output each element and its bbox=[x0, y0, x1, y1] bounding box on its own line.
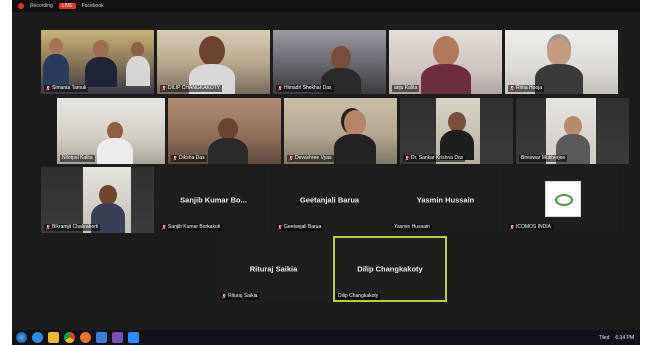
windows-taskbar: Tiled 6:34 PM bbox=[12, 330, 640, 345]
participant-name-label: Simanta Tamuli bbox=[44, 85, 89, 92]
participant-tile-simanta[interactable]: Simanta Tamuli bbox=[41, 30, 154, 94]
participant-tile-yasmin[interactable]: Yasmin Hussain Yasmin Hussain bbox=[389, 167, 502, 233]
participant-name-label: Diksha Das bbox=[171, 155, 207, 162]
participant-name-label: Rima Hooja bbox=[508, 85, 545, 92]
participant-name-label: Devashree Vyas bbox=[287, 155, 334, 162]
icomos-logo bbox=[545, 181, 581, 217]
internet-explorer-icon[interactable] bbox=[32, 332, 43, 343]
mic-muted-icon bbox=[162, 85, 166, 92]
participant-name-label: Dilip Changkakoty bbox=[336, 293, 381, 300]
chrome-icon[interactable] bbox=[64, 332, 75, 343]
participant-tile-rituraj[interactable]: Rituraj Saikia Rituraj Saikia bbox=[217, 236, 330, 302]
participant-tile-geetanjali[interactable]: Geetanjali Barua Geetanjali Barua bbox=[273, 167, 386, 233]
participant-tile-bireswar[interactable]: Bireswar Mukherjee bbox=[516, 98, 629, 164]
gallery-view: Simanta Tamuli DILIP CHANGKAKOTY Himadri… bbox=[12, 0, 640, 330]
participant-tile-anju[interactable]: anju Kalita bbox=[389, 30, 502, 94]
mic-muted-icon bbox=[162, 224, 166, 231]
participant-name-label: Bikramjit Chakraborti bbox=[44, 224, 101, 231]
participant-tile-icomos[interactable]: ICOMOS INDIA bbox=[505, 167, 618, 233]
system-tray: Tiled 6:34 PM bbox=[599, 330, 634, 345]
mic-muted-icon bbox=[510, 85, 514, 92]
visual-studio-icon[interactable] bbox=[112, 332, 123, 343]
participant-tile-bikramjit[interactable]: Bikramjit Chakraborti bbox=[41, 167, 154, 233]
edge-icon[interactable] bbox=[80, 332, 91, 343]
participant-tile-himadri[interactable]: Himadri Shekhar Das bbox=[273, 30, 386, 94]
windows-start-icon[interactable] bbox=[16, 332, 27, 343]
mic-muted-icon bbox=[278, 85, 282, 92]
participant-name-label: Rituraj Saikia bbox=[220, 293, 260, 300]
zoom-meeting-window: Recording LIVE Facebook Simanta Tamuli D… bbox=[12, 0, 640, 345]
participant-tile-diksha[interactable]: Diksha Das bbox=[168, 98, 281, 164]
participant-name-label: DILIP CHANGKAKOTY bbox=[160, 85, 223, 92]
mic-muted-icon bbox=[222, 293, 226, 300]
participant-name-label: Nilotpal Kalita bbox=[60, 155, 95, 162]
participant-name-label: Yasmin Hussain bbox=[392, 224, 432, 231]
participant-tile-dilip-upper[interactable]: DILIP CHANGKAKOTY bbox=[157, 30, 270, 94]
mic-muted-icon bbox=[510, 224, 514, 231]
participant-tile-sanjib[interactable]: Sanjib Kumar Bo... Sanjib Kumar Borkakot… bbox=[157, 167, 270, 233]
participant-display-name: Dilip Changkakoty bbox=[357, 264, 423, 274]
participant-tile-dilip-lower[interactable]: Dilip Changkakoty Dilip Changkakoty bbox=[333, 236, 447, 302]
tray-label: Tiled bbox=[598, 334, 610, 341]
mic-muted-icon bbox=[46, 85, 50, 92]
participant-tile-sankar[interactable]: Dr. Sankar Krishna Das bbox=[400, 98, 513, 164]
participant-name-label: Sanjib Kumar Borkakoti bbox=[160, 224, 223, 231]
zoom-icon[interactable] bbox=[128, 332, 139, 343]
participant-name-label: Dr. Sankar Krishna Das bbox=[403, 155, 466, 162]
mail-icon[interactable] bbox=[96, 332, 107, 343]
mic-muted-icon bbox=[405, 155, 409, 162]
mic-muted-icon bbox=[278, 224, 282, 231]
taskbar-clock[interactable]: 6:34 PM bbox=[615, 335, 634, 341]
participant-display-name: Sanjib Kumar Bo... bbox=[180, 195, 247, 205]
file-explorer-icon[interactable] bbox=[48, 332, 59, 343]
mic-muted-icon bbox=[46, 224, 50, 231]
participant-name-label: ICOMOS INDIA bbox=[508, 224, 554, 231]
participant-name-label: Himadri Shekhar Das bbox=[276, 85, 334, 92]
participant-name-label: Geetanjali Barua bbox=[276, 224, 324, 231]
participant-name-label: anju Kalita bbox=[392, 85, 420, 92]
mic-muted-icon bbox=[289, 155, 293, 162]
participant-display-name: Yasmin Hussain bbox=[416, 195, 475, 205]
mic-muted-icon bbox=[173, 155, 177, 162]
participant-tile-devashree[interactable]: Devashree Vyas bbox=[284, 98, 397, 164]
participant-tile-rima[interactable]: Rima Hooja bbox=[505, 30, 618, 94]
participant-tile-nilotpal[interactable]: Nilotpal Kalita bbox=[57, 98, 165, 164]
participant-name-label: Bireswar Mukherjee bbox=[519, 155, 568, 162]
participant-display-name: Geetanjali Barua bbox=[299, 195, 360, 205]
participant-display-name: Rituraj Saikia bbox=[249, 264, 298, 274]
